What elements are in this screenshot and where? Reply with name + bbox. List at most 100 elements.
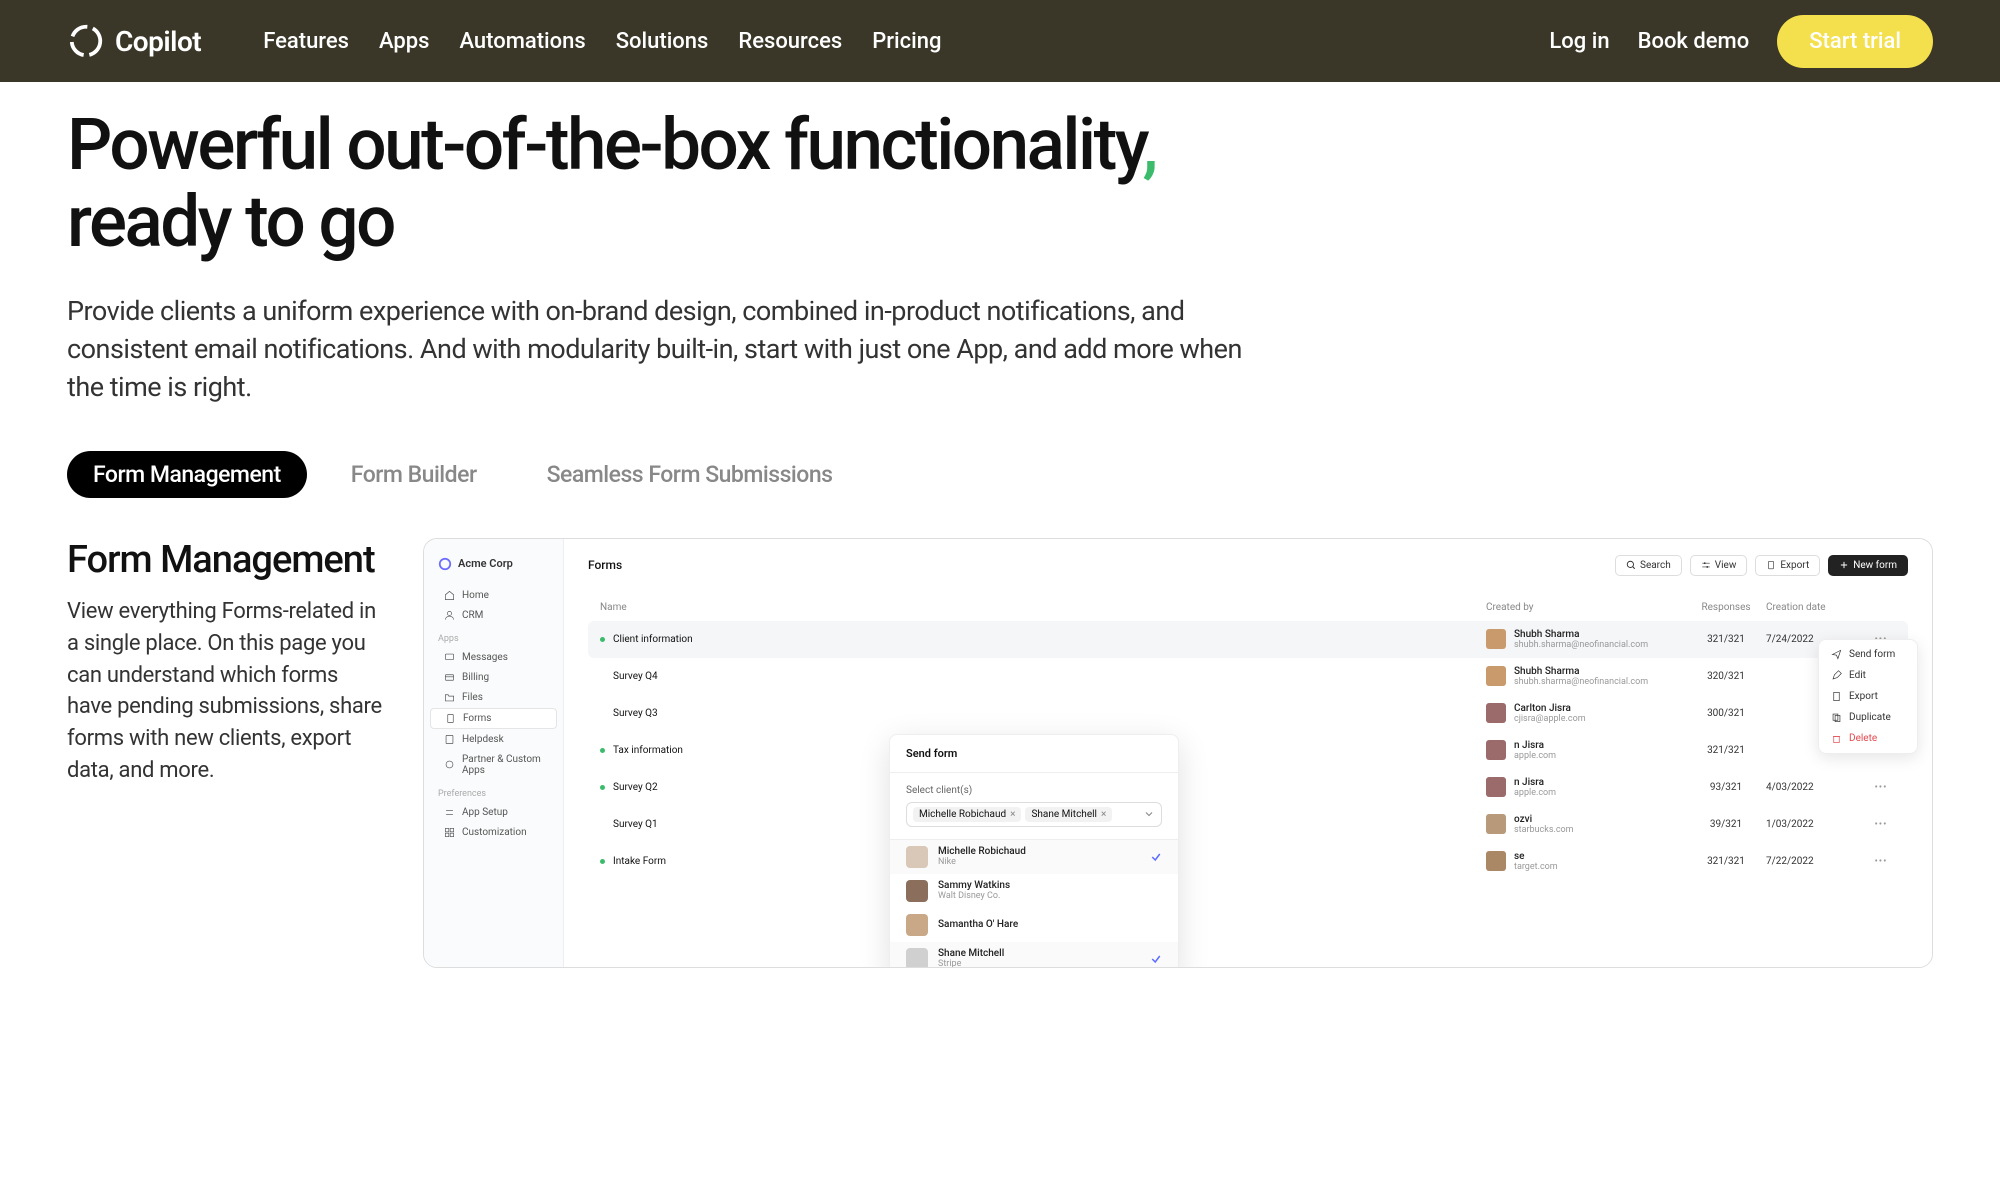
ctx-delete[interactable]: Delete xyxy=(1819,728,1917,749)
modal-title: Send form xyxy=(890,735,1178,773)
row-more-button[interactable]: ••• xyxy=(1866,782,1896,793)
table-row[interactable]: Intake Form setarget.com 321/321 7/22/20… xyxy=(588,843,1908,880)
dropdown-option[interactable]: Michelle RobichaudNike xyxy=(890,840,1178,874)
table-row[interactable]: Tax information n Jisraapple.com 321/321… xyxy=(588,732,1908,769)
sidebar-item-partner-custom-apps[interactable]: Partner & Custom Apps xyxy=(430,750,557,780)
dropdown-option[interactable]: Shane MitchellStripe xyxy=(890,942,1178,968)
creator-name: ozvi xyxy=(1514,814,1574,825)
responses-count: 321/321 xyxy=(1686,856,1766,867)
sidebar-item-files[interactable]: Files xyxy=(430,688,557,707)
table-row[interactable]: Survey Q4 Shubh Sharmashubh.sharma@neofi… xyxy=(588,658,1908,695)
table-row[interactable]: Survey Q3 Carlton Jisracjisra@apple.com … xyxy=(588,695,1908,732)
row-more-button[interactable]: ••• xyxy=(1866,819,1896,830)
table-row[interactable]: Client information Shubh Sharmashubh.sha… xyxy=(588,621,1908,658)
start-trial-button[interactable]: Start trial xyxy=(1777,15,1933,68)
creator-email: starbucks.com xyxy=(1514,825,1574,835)
creator-email: apple.com xyxy=(1514,751,1556,761)
nav-pricing[interactable]: Pricing xyxy=(872,29,941,54)
dropdown-option[interactable]: Samantha O' Hare xyxy=(890,908,1178,942)
creator-email: shubh.sharma@neofinancial.com xyxy=(1514,640,1648,650)
copilot-logo-icon xyxy=(67,22,105,60)
site-header: Copilot Features Apps Automations Soluti… xyxy=(0,0,2000,82)
table-header: Name Created by Responses Creation date xyxy=(588,594,1908,621)
nav-solutions[interactable]: Solutions xyxy=(616,29,709,54)
option-name: Sammy Watkins xyxy=(938,880,1010,891)
creation-date: 4/03/2022 xyxy=(1766,782,1866,793)
client-chip[interactable]: Michelle Robichaud× xyxy=(913,807,1021,822)
sidebar-item-forms[interactable]: Forms xyxy=(430,708,557,729)
check-icon xyxy=(1150,851,1162,863)
ctx-duplicate[interactable]: Duplicate xyxy=(1819,707,1917,728)
client-dropdown: Michelle RobichaudNike Sammy WatkinsWalt… xyxy=(890,839,1178,968)
sidebar-item-messages[interactable]: Messages xyxy=(430,648,557,667)
table-row[interactable]: Survey Q2 n Jisraapple.com 93/321 4/03/2… xyxy=(588,769,1908,806)
option-name: Samantha O' Hare xyxy=(938,919,1018,930)
tab-form-builder[interactable]: Form Builder xyxy=(325,451,503,498)
col-date: Creation date xyxy=(1766,602,1866,613)
responses-count: 320/321 xyxy=(1686,671,1766,682)
main-toolbar: Forms Search View Export New form xyxy=(588,555,1908,576)
tab-seamless-submissions[interactable]: Seamless Form Submissions xyxy=(521,451,859,498)
send-icon xyxy=(1831,649,1842,660)
sidebar-item-home[interactable]: Home xyxy=(430,586,557,605)
sidebar-item-app-setup[interactable]: App Setup xyxy=(430,803,557,822)
file-icon xyxy=(1831,691,1842,702)
table-row[interactable]: Survey Q1 ozvistarbucks.com 39/321 1/03/… xyxy=(588,806,1908,843)
sidebar-brand[interactable]: Acme Corp xyxy=(424,557,563,585)
status-dot-icon xyxy=(600,785,605,790)
message-icon xyxy=(444,652,455,663)
creator-name: Shubh Sharma xyxy=(1514,629,1648,640)
view-button[interactable]: View xyxy=(1690,555,1748,576)
sidebar-item-billing[interactable]: Billing xyxy=(430,668,557,687)
search-icon xyxy=(1626,560,1636,570)
user-icon xyxy=(444,610,455,621)
form-name: Survey Q4 xyxy=(613,671,658,682)
creator-name: n Jisra xyxy=(1514,777,1556,788)
send-form-modal: Send form Select client(s) Michelle Robi… xyxy=(889,734,1179,968)
responses-count: 39/321 xyxy=(1686,819,1766,830)
sidebar-item-helpdesk[interactable]: Helpdesk xyxy=(430,730,557,749)
new-form-button[interactable]: New form xyxy=(1828,555,1908,576)
sidebar-section-apps: Apps xyxy=(424,626,563,647)
export-button[interactable]: Export xyxy=(1755,555,1820,576)
chip-remove-icon[interactable]: × xyxy=(1010,809,1015,820)
dropdown-option[interactable]: Sammy WatkinsWalt Disney Co. xyxy=(890,874,1178,908)
form-name: Intake Form xyxy=(613,856,666,867)
chip-remove-icon[interactable]: × xyxy=(1101,809,1106,820)
plus-icon xyxy=(1839,560,1849,570)
ctx-send-form[interactable]: Send form xyxy=(1819,644,1917,665)
creation-date: 1/03/2022 xyxy=(1766,819,1866,830)
creator-name: Shubh Sharma xyxy=(1514,666,1648,677)
nav-features[interactable]: Features xyxy=(263,29,349,54)
row-more-button[interactable]: ••• xyxy=(1866,856,1896,867)
book-demo-link[interactable]: Book demo xyxy=(1638,29,1750,54)
avatar xyxy=(906,846,928,868)
sidebar-item-customization[interactable]: Customization xyxy=(430,823,557,842)
main-title: Forms xyxy=(588,558,622,572)
ctx-export[interactable]: Export xyxy=(1819,686,1917,707)
check-icon xyxy=(1150,953,1162,965)
brand-glyph-icon xyxy=(438,557,452,571)
login-link[interactable]: Log in xyxy=(1549,29,1609,54)
client-chip[interactable]: Shane Mitchell× xyxy=(1025,807,1112,822)
puzzle-icon xyxy=(444,759,455,770)
client-select[interactable]: Michelle Robichaud× Shane Mitchell× xyxy=(906,802,1162,827)
responses-count: 321/321 xyxy=(1686,634,1766,645)
sidebar-item-crm[interactable]: CRM xyxy=(430,606,557,625)
brand-logo[interactable]: Copilot xyxy=(67,22,201,60)
book-icon xyxy=(444,734,455,745)
status-dot-icon xyxy=(600,637,605,642)
content-row: Form Management View everything Forms-re… xyxy=(0,498,2000,968)
nav-automations[interactable]: Automations xyxy=(459,29,585,54)
row-context-menu: Send form Edit Export Duplicate Delete xyxy=(1818,639,1918,754)
home-icon xyxy=(444,590,455,601)
sliders-icon xyxy=(1701,560,1711,570)
accent-comma: , xyxy=(1143,104,1156,187)
avatar xyxy=(1486,666,1506,686)
nav-apps[interactable]: Apps xyxy=(379,29,429,54)
search-button[interactable]: Search xyxy=(1615,555,1682,576)
nav-resources[interactable]: Resources xyxy=(738,29,842,54)
ctx-edit[interactable]: Edit xyxy=(1819,665,1917,686)
option-company: Walt Disney Co. xyxy=(938,891,1010,901)
tab-form-management[interactable]: Form Management xyxy=(67,451,307,498)
